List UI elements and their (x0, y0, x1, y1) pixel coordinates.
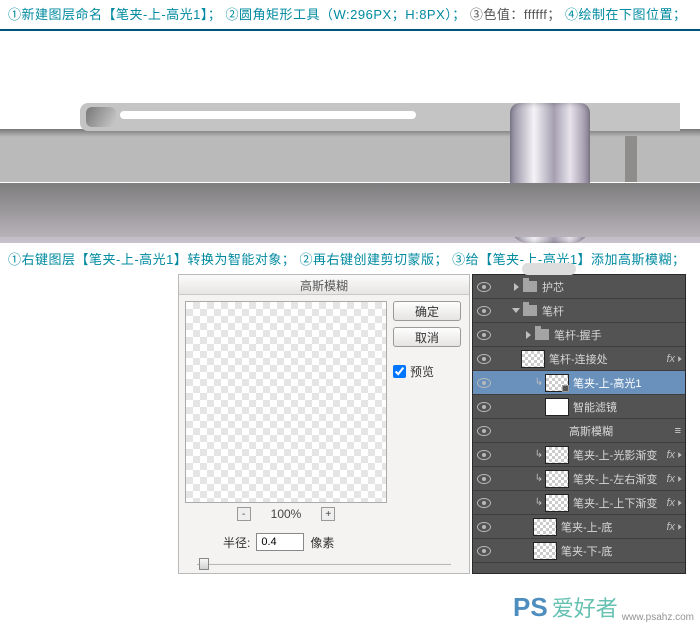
layer-row[interactable]: 智能滤镜 (473, 395, 685, 419)
radius-label: 半径: (223, 534, 250, 551)
layer-row[interactable]: ↳ 笔夹-上-光影渐变fx (473, 443, 685, 467)
instruction-2: ①右键图层【笔夹-上-高光1】转换为智能对象； ②再右键创建剪切蒙版； ③给【笔… (0, 245, 700, 272)
layer-thumb (521, 350, 545, 368)
eye-icon (477, 546, 491, 556)
eye-icon (477, 354, 491, 364)
layer-row[interactable]: 高斯模糊≡ (473, 419, 685, 443)
clip-icon: ↳ (534, 497, 544, 508)
eye-icon (477, 522, 491, 532)
radius-input[interactable] (256, 533, 304, 551)
layer-name: 笔杆-握手 (554, 327, 685, 343)
layer-thumb (545, 446, 569, 464)
layer-name: 笔夹-上-左右渐变 (573, 471, 666, 487)
eye-icon (477, 282, 491, 292)
layer-name: 笔杆 (542, 303, 685, 319)
visibility-toggle[interactable] (473, 419, 495, 442)
gaussian-blur-dialog: 高斯模糊 - 100% + 确定 取消 预览 半径: 像素 (178, 274, 470, 574)
visibility-toggle[interactable] (473, 275, 495, 298)
fx-badge[interactable]: fx (666, 497, 675, 509)
visibility-toggle[interactable] (473, 539, 495, 562)
eye-icon (477, 474, 491, 484)
folder-icon (535, 329, 549, 340)
radius-unit: 像素 (310, 534, 334, 551)
fx-badge[interactable]: fx (666, 353, 675, 365)
layer-thumb (545, 470, 569, 488)
preview-canvas[interactable] (185, 301, 387, 503)
layer-name: 笔夹-上-底 (561, 519, 666, 535)
folder-icon (523, 305, 537, 316)
visibility-toggle[interactable] (473, 467, 495, 490)
layer-row[interactable]: 笔夹-上-底fx (473, 515, 685, 539)
mask-thumb (545, 398, 569, 416)
layer-row[interactable]: ↳ 笔夹-上-左右渐变fx (473, 467, 685, 491)
eye-icon (477, 498, 491, 508)
layer-name: 高斯模糊 (569, 423, 675, 439)
eye-icon (477, 378, 491, 388)
clip-icon: ↳ (534, 449, 544, 460)
layer-row[interactable]: ↳ 笔夹-上-高光1 (473, 371, 685, 395)
layer-name: 智能滤镜 (573, 399, 685, 415)
cancel-button[interactable]: 取消 (393, 327, 461, 347)
layer-thumb (545, 494, 569, 512)
visibility-toggle[interactable] (473, 299, 495, 322)
instruction-1: ①新建图层命名【笔夹-上-高光1】； ②圆角矩形工具（W:296PX；H:8PX… (0, 0, 700, 27)
dialog-title: 高斯模糊 (179, 275, 469, 295)
fx-badge[interactable]: fx (666, 521, 675, 533)
layer-row[interactable]: ↳ 笔夹-上-上下渐变fx (473, 491, 685, 515)
layer-row[interactable]: 护芯 (473, 275, 685, 299)
ok-button[interactable]: 确定 (393, 301, 461, 321)
zoom-level: 100% (271, 507, 302, 521)
eye-icon (477, 426, 491, 436)
layer-name: 笔杆-连接处 (549, 351, 666, 367)
layer-thumb (533, 542, 557, 560)
layer-row[interactable]: 笔夹-下-底 (473, 539, 685, 563)
layer-name: 笔夹-上-上下渐变 (573, 495, 666, 511)
fx-badge[interactable]: fx (666, 449, 675, 461)
layer-thumb (533, 518, 557, 536)
layer-name: 笔夹-上-高光1 (573, 375, 685, 391)
visibility-toggle[interactable] (473, 443, 495, 466)
visibility-toggle[interactable] (473, 347, 495, 370)
disclosure-icon[interactable] (511, 282, 521, 292)
clip-icon: ↳ (534, 473, 544, 484)
folder-icon (523, 281, 537, 292)
eye-icon (477, 402, 491, 412)
layer-row[interactable]: 笔杆 (473, 299, 685, 323)
preview-checkbox[interactable]: 预览 (393, 363, 463, 380)
layer-name: 笔夹-上-光影渐变 (573, 447, 666, 463)
radius-slider[interactable] (197, 557, 451, 571)
eye-icon (477, 330, 491, 340)
visibility-toggle[interactable] (473, 371, 495, 394)
fx-badge[interactable]: fx (666, 473, 675, 485)
disclosure-icon[interactable] (511, 306, 521, 316)
clip-icon: ↳ (534, 377, 544, 388)
layer-thumb (545, 374, 569, 392)
highlight-bar (120, 111, 416, 119)
visibility-toggle[interactable] (473, 323, 495, 346)
layer-name: 笔夹-下-底 (561, 543, 685, 559)
zoom-out-button[interactable]: - (237, 507, 251, 521)
visibility-toggle[interactable] (473, 491, 495, 514)
layer-row[interactable]: 笔杆-连接处fx (473, 347, 685, 371)
zoom-in-button[interactable]: + (321, 507, 335, 521)
illustration (0, 29, 700, 239)
layer-name: 护芯 (542, 279, 685, 295)
layers-panel: 护芯笔杆笔杆-握手笔杆-连接处fx↳笔夹-上-高光1智能滤镜高斯模糊≡↳笔夹-上… (472, 274, 686, 574)
disclosure-icon[interactable] (523, 330, 533, 340)
filter-options-icon[interactable]: ≡ (675, 425, 681, 437)
eye-icon (477, 306, 491, 316)
eye-icon (477, 450, 491, 460)
layer-row[interactable]: 笔杆-握手 (473, 323, 685, 347)
watermark: PS 爱好者 www.psahz.com (513, 591, 694, 623)
visibility-toggle[interactable] (473, 515, 495, 538)
visibility-toggle[interactable] (473, 395, 495, 418)
